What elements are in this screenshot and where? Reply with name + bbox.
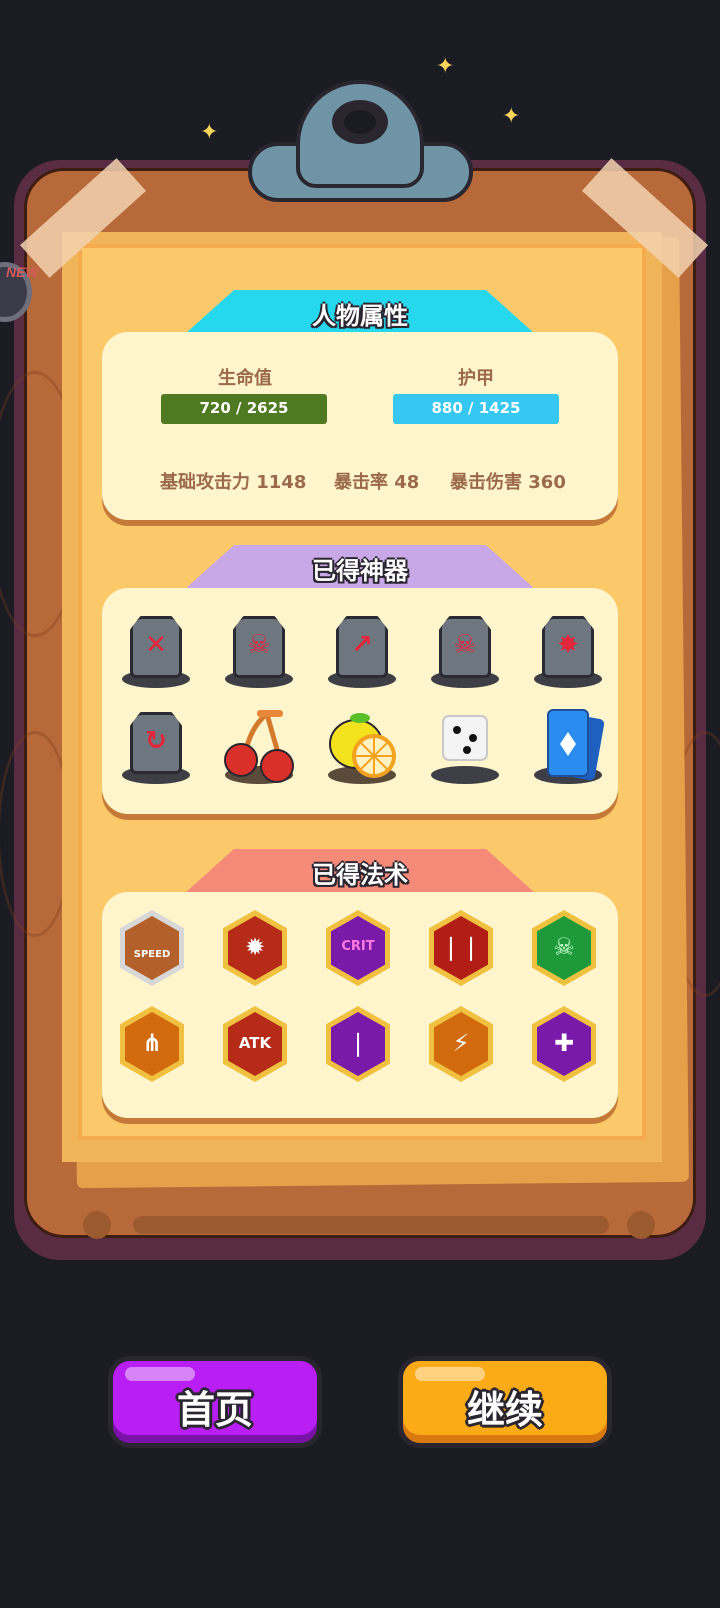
hp-label: 生命值: [218, 368, 272, 389]
home-button[interactable]: 首页: [108, 1356, 322, 1448]
sparkle-icon: ✦: [502, 104, 521, 129]
spells-section-title: 已得法术: [312, 861, 408, 889]
atk-badge-label: ATK: [238, 1034, 272, 1052]
tombstone-skull-icon[interactable]: ☠: [427, 610, 503, 690]
speed-badge-label: SPEED: [133, 949, 171, 960]
clipboard-clip: [248, 80, 473, 202]
health-shield-spell-icon[interactable]: ✚: [532, 1006, 596, 1082]
continue-button[interactable]: 继续: [398, 1356, 612, 1448]
artifacts-section-title: 已得神器: [312, 557, 408, 585]
crit-badge-label: CRIT: [341, 939, 375, 954]
tombstone-flame-skull-icon[interactable]: ☠: [221, 610, 297, 690]
pierce-spell-icon[interactable]: ❘: [326, 1006, 390, 1082]
crit-spell-icon[interactable]: CRIT: [326, 910, 390, 986]
tombstone-boot-icon[interactable]: ↗: [324, 610, 400, 690]
tombstone-arrows-icon[interactable]: ✕: [118, 610, 194, 690]
hp-bar: 720 / 2625: [161, 394, 327, 424]
flame-shield-spell-icon[interactable]: ✹: [223, 910, 287, 986]
armor-value: 880 / 1425: [431, 399, 521, 417]
stats-section-title: 人物属性: [312, 302, 408, 330]
lemon-icon[interactable]: [324, 706, 400, 786]
crit-damage-stat: 暴击伤害 360: [450, 472, 566, 493]
spread-shot-spell-icon[interactable]: ⋔: [120, 1006, 184, 1082]
tombstone-curve-arrow-icon[interactable]: ↻: [118, 706, 194, 786]
continue-button-label: 继续: [466, 1388, 543, 1432]
tombstone-burst-icon[interactable]: ✸: [530, 610, 606, 690]
sparkle-icon: ✦: [436, 54, 455, 79]
poison-skull-spell-icon[interactable]: ☠: [532, 910, 596, 986]
new-badge-label: NEW: [6, 264, 39, 280]
diamond-card-icon[interactable]: [530, 706, 606, 786]
armor-bar: 880 / 1425: [393, 394, 559, 424]
stats-section-header: 人物属性: [185, 290, 535, 334]
spells-panel[interactable]: SPEED ✹ CRIT ❘❘ ☠ ⋔ ATK ❘ ⚡ ✚: [102, 892, 618, 1118]
spells-section-header: 已得法术: [185, 849, 535, 893]
armor-label: 护甲: [458, 368, 494, 389]
base-attack-stat: 基础攻击力 1148: [160, 472, 307, 493]
hp-value: 720 / 2625: [199, 399, 289, 417]
artifacts-panel[interactable]: ✕ ☠ ↗ ☠ ✸ ↻: [102, 588, 618, 814]
attack-up-spell-icon[interactable]: ATK: [223, 1006, 287, 1082]
cherry-icon[interactable]: [221, 706, 297, 786]
lightning-shield-spell-icon[interactable]: ⚡: [429, 1006, 493, 1082]
speed-up-spell-icon[interactable]: SPEED: [120, 910, 184, 986]
home-button-label: 首页: [176, 1388, 253, 1432]
sparkle-icon: ✦: [200, 120, 219, 145]
dice-icon[interactable]: [427, 706, 503, 786]
double-shot-spell-icon[interactable]: ❘❘: [429, 910, 493, 986]
crit-rate-stat: 暴击率 48: [334, 472, 420, 493]
artifacts-section-header: 已得神器: [185, 545, 535, 589]
